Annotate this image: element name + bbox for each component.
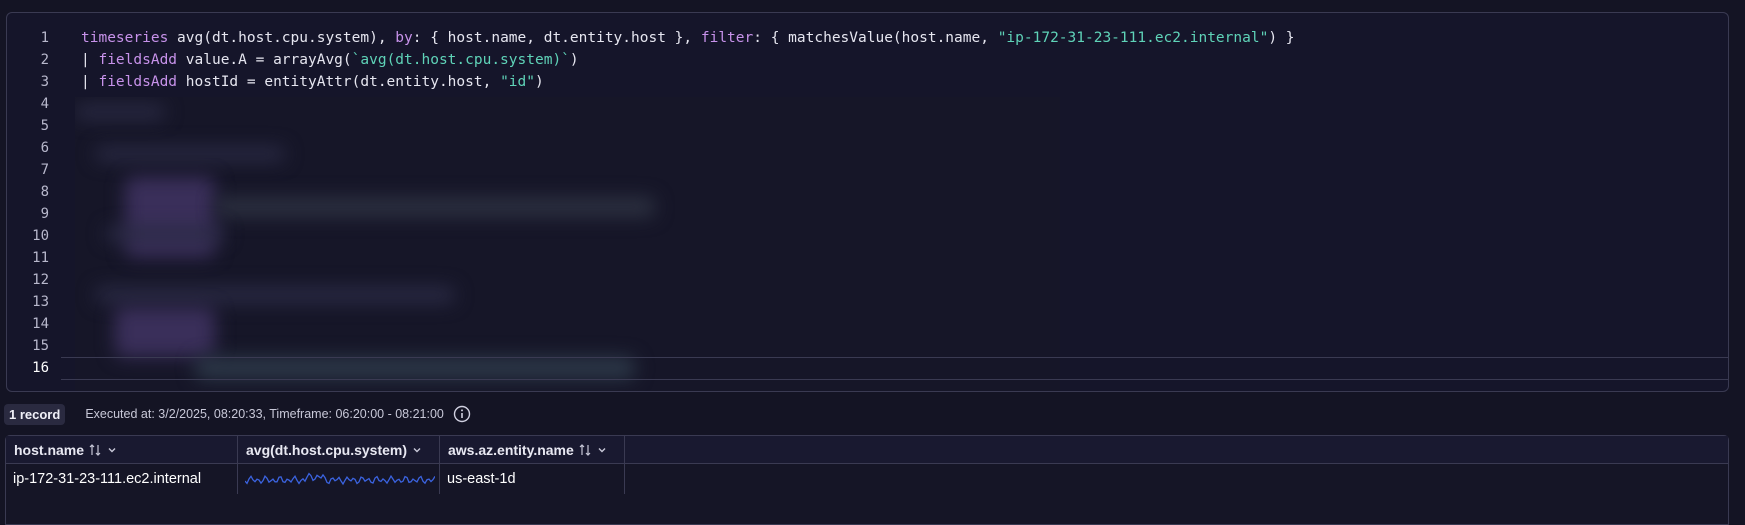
line-number: 5	[40, 118, 49, 134]
column-header-host-name[interactable]: host.name	[6, 436, 238, 463]
table-row[interactable]: ip-172-31-23-111.ec2.internal us-east-1d	[6, 464, 1728, 494]
code-text: value.A = arrayAvg(	[177, 52, 352, 68]
info-icon[interactable]	[453, 405, 471, 423]
cell-aws-az: us-east-1d	[440, 464, 625, 494]
line-number: 1	[40, 30, 49, 46]
string-literal: "id"	[500, 74, 535, 90]
query-editor[interactable]: 1 2 3 4 5 6 7 8 9 10 11 12 13 14 15 16 timeseries avg(d…	[6, 12, 1729, 392]
line-number: 3	[40, 74, 49, 90]
code-text: avg(dt.host.cpu.system),	[168, 30, 396, 46]
line-number: 6	[40, 140, 49, 156]
code-text: hostId = entityAttr(dt.entity.host,	[177, 74, 501, 90]
code-text: )	[569, 52, 579, 68]
line-number: 14	[32, 316, 49, 332]
pipe-operator: |	[81, 52, 99, 68]
code-text: ) }	[1268, 30, 1295, 46]
line-number: 4	[40, 96, 49, 112]
cell-host-name: ip-172-31-23-111.ec2.internal	[6, 464, 238, 494]
column-label: aws.az.entity.name	[448, 441, 574, 458]
line-number: 8	[40, 184, 49, 200]
pipe-operator: |	[81, 74, 99, 90]
code-text: : { host.name, dt.entity.host },	[412, 30, 701, 46]
result-status-bar: 1 record Executed at: 3/2/2025, 08:20:33…	[4, 403, 471, 425]
line-number: 2	[40, 52, 49, 68]
column-label: avg(dt.host.cpu.system)	[246, 441, 408, 458]
redacted-code-region	[75, 97, 1060, 391]
record-count-badge: 1 record	[4, 403, 66, 425]
execution-info: Executed at: 3/2/2025, 08:20:33, Timefra…	[85, 407, 444, 421]
code-line-2: | fieldsAdd value.A = arrayAvg(`avg(dt.h…	[81, 49, 1728, 71]
line-number: 7	[40, 162, 49, 178]
string-literal: `avg(dt.host.cpu.system)`	[351, 52, 570, 68]
line-number: 13	[32, 294, 49, 310]
column-header-avg-cpu[interactable]: avg(dt.host.cpu.system)	[238, 436, 440, 463]
chevron-down-icon[interactable]	[106, 444, 118, 456]
string-literal: "ip-172-31-23-111.ec2.internal"	[997, 30, 1269, 46]
line-number: 11	[32, 250, 49, 266]
editor-divider	[61, 357, 1728, 358]
line-number: 16	[32, 360, 49, 376]
code-text: : { matchesValue(host.name,	[753, 30, 998, 46]
column-label: host.name	[14, 441, 85, 458]
line-number: 9	[40, 206, 49, 222]
column-header-aws-az[interactable]: aws.az.entity.name	[440, 436, 625, 463]
chevron-down-icon[interactable]	[411, 444, 423, 456]
table-header: host.name avg(dt.host.cpu.system) aws.az…	[6, 436, 1728, 464]
code-text: )	[534, 74, 544, 90]
cell-sparkline	[238, 464, 440, 494]
chevron-down-icon[interactable]	[596, 444, 608, 456]
keyword: filter	[700, 30, 754, 46]
keyword: timeseries	[81, 30, 169, 46]
code-line-1: timeseries avg(dt.host.cpu.system), by: …	[81, 27, 1728, 49]
line-number-gutter: 1 2 3 4 5 6 7 8 9 10 11 12 13 14 15 16	[7, 27, 49, 379]
query-code[interactable]: timeseries avg(dt.host.cpu.system), by: …	[81, 27, 1728, 93]
line-number: 15	[32, 338, 49, 354]
sort-icon[interactable]	[578, 443, 592, 457]
code-line-3: | fieldsAdd hostId = entityAttr(dt.entit…	[81, 71, 1728, 93]
cpu-sparkline	[245, 472, 435, 486]
keyword: by	[395, 30, 413, 46]
results-table: host.name avg(dt.host.cpu.system) aws.az…	[5, 435, 1729, 525]
line-number: 12	[32, 272, 49, 288]
keyword: fieldsAdd	[98, 52, 178, 68]
line-number: 10	[32, 228, 49, 244]
editor-divider	[61, 379, 1728, 380]
sort-icon[interactable]	[88, 443, 102, 457]
keyword: fieldsAdd	[98, 74, 178, 90]
